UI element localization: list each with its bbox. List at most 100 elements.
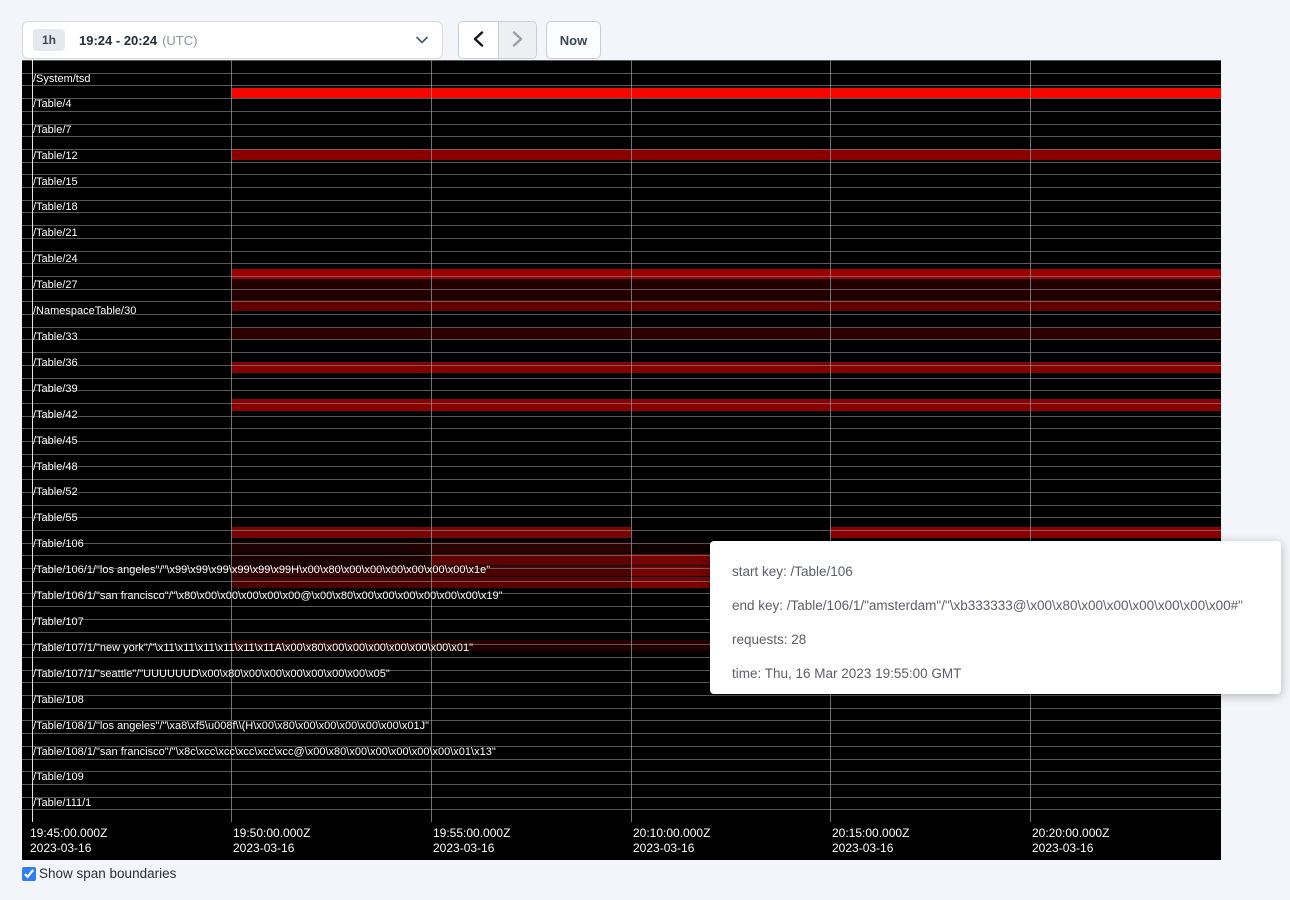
span-boundary-line [22,314,1221,315]
span-boundary-line [22,263,1221,264]
time-gridline [830,60,831,822]
span-boundary-line [22,530,1221,531]
row-key-label: /Table/15 [33,176,78,189]
row-key-label: /NamespaceTable/30 [33,305,136,318]
next-time-button[interactable] [498,22,537,58]
time-gridline [1030,60,1031,822]
chevron-right-icon [512,31,523,50]
row-key-label: /Table/111/1 [33,797,91,810]
heat-band [431,328,631,339]
heat-band [830,399,1030,411]
heatmap-grid[interactable]: /System/tsd/Table/4/Table/7/Table/12/Tab… [22,60,1221,822]
span-boundary-line [22,454,1221,455]
heat-band [1030,328,1221,339]
now-button[interactable]: Now [546,21,601,59]
row-key-label: /Table/4 [33,98,72,111]
span-boundary-line [22,225,1221,226]
heat-band [431,269,631,279]
span-boundary-line [22,85,1221,86]
span-boundary-line [22,428,1221,429]
heat-band [631,399,830,411]
heat-band [1030,149,1221,160]
span-boundary-line [22,441,1221,442]
show-span-boundaries-checkbox[interactable] [22,867,36,881]
heat-band [232,527,431,538]
bucket-tooltip: start key: /Table/106 end key: /Table/10… [710,541,1281,694]
heat-band [1030,399,1221,411]
heat-band [232,399,431,411]
footer: Show span boundaries [22,866,176,881]
row-key-label: /Table/106/1/"los angeles"/"\x99\x99\x99… [33,564,490,577]
x-axis-tick: 19:50:00.000Z2023-03-16 [233,826,310,856]
span-boundary-line [22,73,1221,74]
span-boundary-line [22,378,1221,379]
span-boundary-line [22,403,1221,404]
span-boundary-line [22,98,1221,99]
heat-band [830,328,1030,339]
heat-band [232,88,431,98]
span-boundary-line [22,695,1221,696]
row-key-label: /Table/106 [33,538,84,551]
span-boundary-line [22,60,1221,61]
heat-band [431,149,631,160]
x-axis-tick: 19:45:00.000Z2023-03-16 [30,826,107,856]
tooltip-start-key: start key: /Table/106 [732,555,1261,589]
x-axis-tick: 20:10:00.000Z2023-03-16 [633,826,710,856]
x-axis: 19:45:00.000Z2023-03-16 19:50:00.000Z2023… [22,822,1221,860]
row-key-label: /Table/18 [33,201,78,214]
span-boundary-line [22,174,1221,175]
span-boundary-line [22,479,1221,480]
span-boundary-line [22,162,1221,163]
span-boundary-line [22,238,1221,239]
time-nav-group [458,21,537,59]
prev-time-button[interactable] [459,22,498,58]
row-key-label: /Table/48 [33,461,78,474]
span-boundary-line [22,492,1221,493]
heat-band [232,362,431,373]
heat-band [1030,527,1221,538]
span-boundary-line [22,111,1221,112]
span-boundary-line [22,301,1221,302]
heat-band [631,149,830,160]
span-boundary-line [22,212,1221,213]
heat-band [830,149,1030,160]
heat-band [232,149,431,160]
span-boundary-line [22,365,1221,366]
heat-band [631,269,830,279]
heat-band [830,88,1030,98]
tooltip-requests: requests: 28 [732,623,1261,657]
span-boundary-line [22,289,1221,290]
x-axis-tick: 19:55:00.000Z2023-03-16 [433,826,510,856]
heat-band [232,269,431,279]
row-key-label: /Table/12 [33,150,78,163]
span-boundary-line [22,733,1221,734]
span-boundary-line [22,708,1221,709]
span-boundary-line [22,124,1221,125]
chevron-left-icon [473,31,484,50]
time-gridline [231,60,232,822]
time-gridline [431,60,432,822]
span-boundary-line [22,517,1221,518]
span-boundary-line [22,466,1221,467]
heat-band [1030,269,1221,279]
row-key-label: /Table/107/1/"new york"/"\x11\x11\x11\x1… [33,642,473,655]
span-boundary-line [22,149,1221,150]
range-text: 19:24 - 20:24 [79,33,157,48]
heat-band [830,362,1030,373]
time-gridline [631,60,632,822]
row-key-label: /Table/109 [33,771,84,784]
heat-band [431,88,631,98]
heat-band [830,269,1030,279]
row-key-label: /Table/7 [33,124,72,137]
heat-band [830,527,1030,538]
time-range-selector[interactable]: 1h 19:24 - 20:24 (UTC) [22,21,443,59]
x-axis-tick: 20:20:00.000Z2023-03-16 [1032,826,1109,856]
heat-band [431,399,631,411]
span-boundary-line [22,809,1221,810]
span-boundary-line [22,327,1221,328]
row-key-label: /Table/27 [33,279,78,292]
span-boundary-line [22,784,1221,785]
range-duration-badge: 1h [33,29,65,51]
tooltip-time: time: Thu, 16 Mar 2023 19:55:00 GMT [732,657,1261,691]
row-key-label: /Table/36 [33,357,78,370]
